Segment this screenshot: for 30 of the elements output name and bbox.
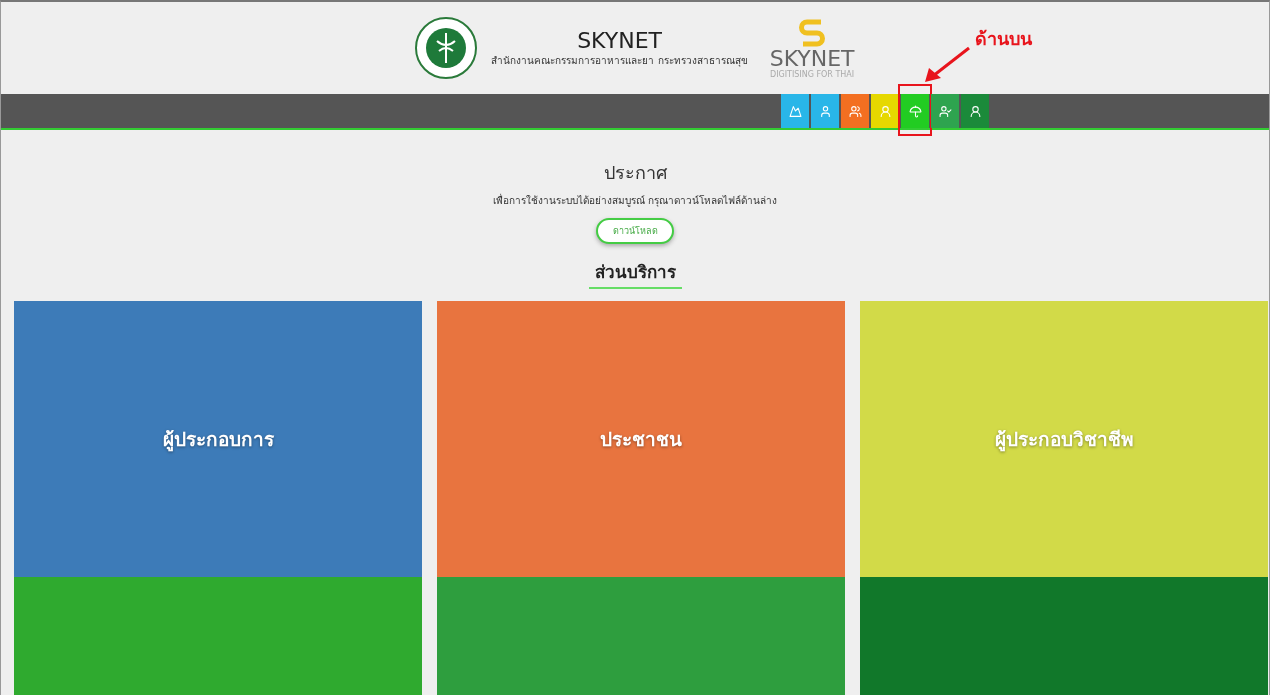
nav-tile[interactable]	[901, 94, 929, 128]
download-button[interactable]: ดาวน์โหลด	[596, 218, 674, 244]
emblem-logo	[415, 17, 478, 79]
nav-tile[interactable]	[781, 94, 809, 128]
nav-tile[interactable]	[931, 94, 959, 128]
nav-tile[interactable]	[811, 94, 839, 128]
card-label: ผู้ประกอบวิชาชีพ	[994, 427, 1134, 454]
mountain-icon	[788, 104, 802, 118]
annotation-label: ด้านบน	[975, 27, 1032, 51]
notice-text: เพื่อการใช้งานระบบได้อย่างสมบูรณ์ กรุณาดาวน์โหลดไฟล์ด้านล่าง	[492, 193, 778, 208]
service-card[interactable]: ประชาชน	[437, 301, 845, 577]
site-title: SKYNET	[577, 28, 662, 53]
people-icon	[848, 104, 862, 118]
logo-tagline: DIGITISING FOR THAI	[769, 69, 855, 79]
person-icon	[938, 104, 952, 118]
card-label: ประชาชน	[600, 427, 682, 452]
nav-tile[interactable]	[871, 94, 899, 128]
site-subtitle: สำนักงานคณะกรรมการอาหารและยา กระทรวงสาธารณสุข	[491, 54, 748, 68]
card-label: ผู้ประกอบการ	[162, 427, 274, 454]
logo-text: SKYNET	[769, 47, 855, 70]
person-icon	[878, 104, 892, 118]
nav-tile[interactable]	[841, 94, 869, 128]
s-logo-icon	[799, 17, 826, 48]
umbrella-icon	[908, 104, 922, 118]
service-card[interactable]: ผู้ประกอบการ	[14, 301, 422, 577]
nav-tile[interactable]	[961, 94, 989, 128]
person-icon	[818, 104, 832, 118]
person-icon	[968, 104, 982, 118]
section-heading: ส่วนบริการ	[588, 258, 682, 289]
notice-title: ประกาศ	[603, 161, 667, 185]
